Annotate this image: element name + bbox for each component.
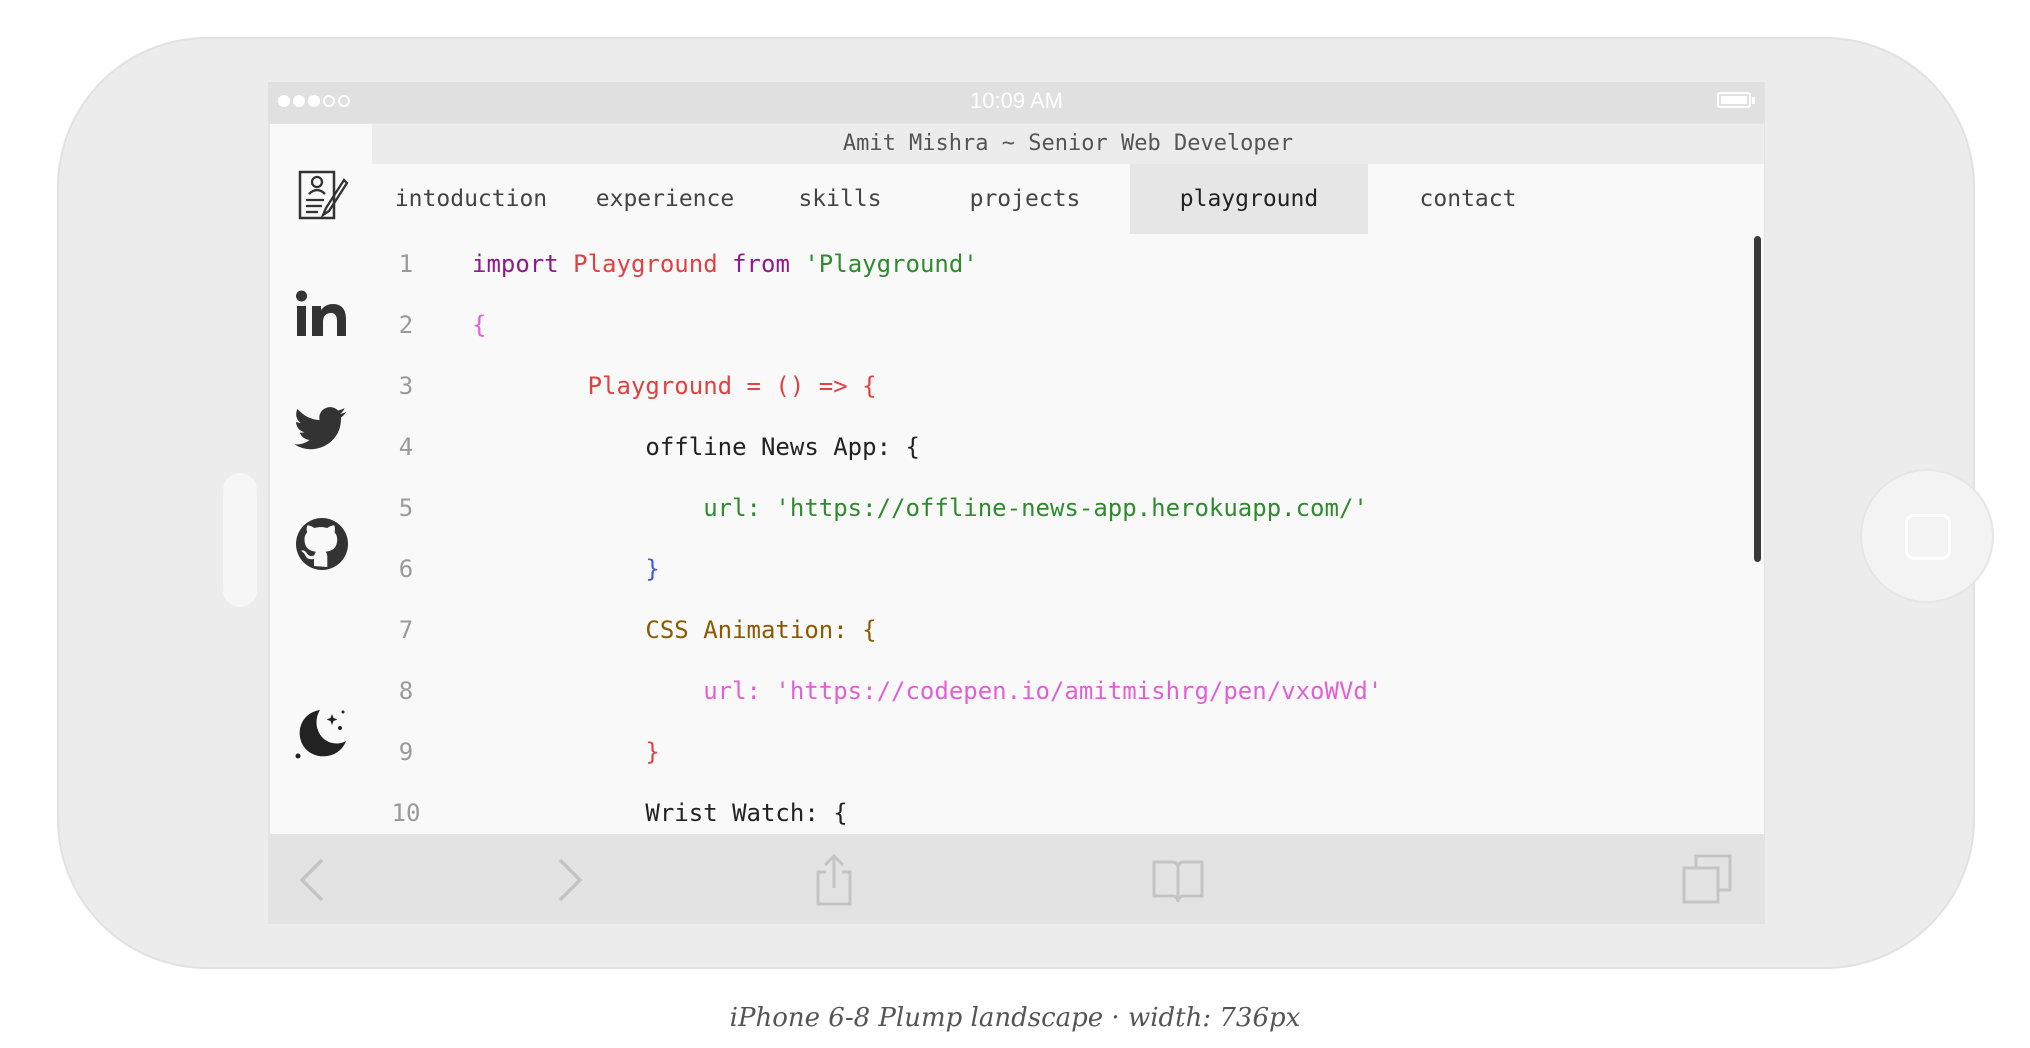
home-square-icon: [1905, 514, 1951, 560]
phone-speaker-slot: [223, 473, 257, 607]
battery-icon: [1717, 92, 1755, 108]
code-line: 2{: [372, 305, 1764, 345]
code-text: offline News App: {: [472, 427, 920, 467]
tab-experience[interactable]: experience: [570, 164, 760, 234]
code-text: import Playground from 'Playground': [472, 244, 978, 284]
code-text: }: [472, 549, 660, 589]
line-number: 8: [398, 677, 414, 705]
github-icon[interactable]: [294, 516, 350, 572]
code-token: from: [732, 250, 805, 278]
code-token: Playground: [573, 250, 733, 278]
forward-icon[interactable]: [538, 852, 594, 908]
code-line: 1 import Playground from 'Playground': [372, 244, 1764, 284]
line-number: 10: [391, 799, 421, 827]
code-token: CSS Animation: {: [472, 616, 877, 644]
code-token: }: [472, 555, 660, 583]
twitter-icon[interactable]: [294, 400, 350, 456]
line-number: 1: [398, 250, 414, 278]
code-text: }: [472, 732, 660, 772]
line-number: 2: [398, 311, 414, 339]
code-text: url: 'https://codepen.io/amitmishrg/pen/…: [472, 671, 1382, 711]
code-line: 10 Wrist Watch: {: [372, 793, 1764, 833]
line-number: 6: [398, 555, 414, 583]
tabs-icon[interactable]: [1680, 852, 1736, 908]
code-token: url: 'https://codepen.io/amitmishrg/pen/…: [472, 677, 1383, 705]
scrollbar-thumb[interactable]: [1754, 236, 1761, 562]
code-text: url: 'https://offline-news-app.herokuapp…: [472, 488, 1368, 528]
line-number: 7: [398, 616, 414, 644]
line-number: 3: [398, 372, 414, 400]
browser-viewport: Amit Mishra ~ Senior Web Developer intod…: [270, 124, 1764, 834]
status-bar: 10:09 AM: [268, 82, 1765, 123]
code-text: Wrist Watch: {: [472, 793, 848, 833]
tab-contact[interactable]: contact: [1368, 164, 1568, 234]
code-text: CSS Animation: {: [472, 610, 877, 650]
code-line: 5 url: 'https://offline-news-app.herokua…: [372, 488, 1764, 528]
code-token: import: [472, 250, 574, 278]
browser-toolbar: [268, 834, 1765, 924]
code-line: 3 Playground = () => {: [372, 366, 1764, 406]
tab-projects[interactable]: projects: [920, 164, 1130, 234]
status-time: 10:09 AM: [970, 88, 1063, 113]
code-token: {: [472, 311, 487, 339]
phone-screen: 10:09 AM Amit Mishra ~ Senior Web Develo…: [268, 82, 1765, 924]
share-icon[interactable]: [806, 852, 862, 908]
dark-mode-moon-icon[interactable]: [294, 706, 350, 762]
code-token: }: [472, 738, 660, 766]
code-token: url: 'https://offline-news-app.herokuapp…: [472, 494, 1368, 522]
page-title: Amit Mishra ~ Senior Web Developer: [372, 124, 1764, 164]
line-number: 5: [398, 494, 414, 522]
bookmarks-icon[interactable]: [1150, 852, 1206, 908]
code-token: offline News App: {: [472, 433, 920, 461]
section-tabs: intoduction experience skills projects p…: [372, 164, 1764, 234]
tab-skills[interactable]: skills: [760, 164, 920, 234]
social-sidebar: [270, 124, 372, 834]
code-line: 4 offline News App: {: [372, 427, 1764, 467]
code-token: 'Playground': [804, 250, 978, 278]
home-button[interactable]: [1860, 469, 1994, 603]
code-text: Playground = () => {: [472, 366, 877, 406]
device-caption: iPhone 6-8 Plump landscape · width: 736p…: [729, 1003, 1301, 1033]
code-text: {: [472, 305, 486, 345]
tab-playground[interactable]: playground: [1130, 164, 1368, 234]
code-editor: 1 import Playground from 'Playground' 2{3 …: [372, 234, 1764, 834]
tab-introduction[interactable]: intoduction: [372, 164, 570, 234]
code-line: 9 }: [372, 732, 1764, 772]
back-icon[interactable]: [288, 852, 344, 908]
code-token: Wrist Watch: {: [472, 799, 848, 827]
code-line: 6 }: [372, 549, 1764, 589]
line-number: 9: [398, 738, 414, 766]
resume-icon[interactable]: [294, 168, 350, 224]
line-number: 4: [398, 433, 414, 461]
code-line: 8 url: 'https://codepen.io/amitmishrg/pe…: [372, 671, 1764, 711]
linkedin-icon[interactable]: [294, 286, 350, 342]
code-line: 7 CSS Animation: {: [372, 610, 1764, 650]
code-token: Playground = () => {: [472, 372, 877, 400]
